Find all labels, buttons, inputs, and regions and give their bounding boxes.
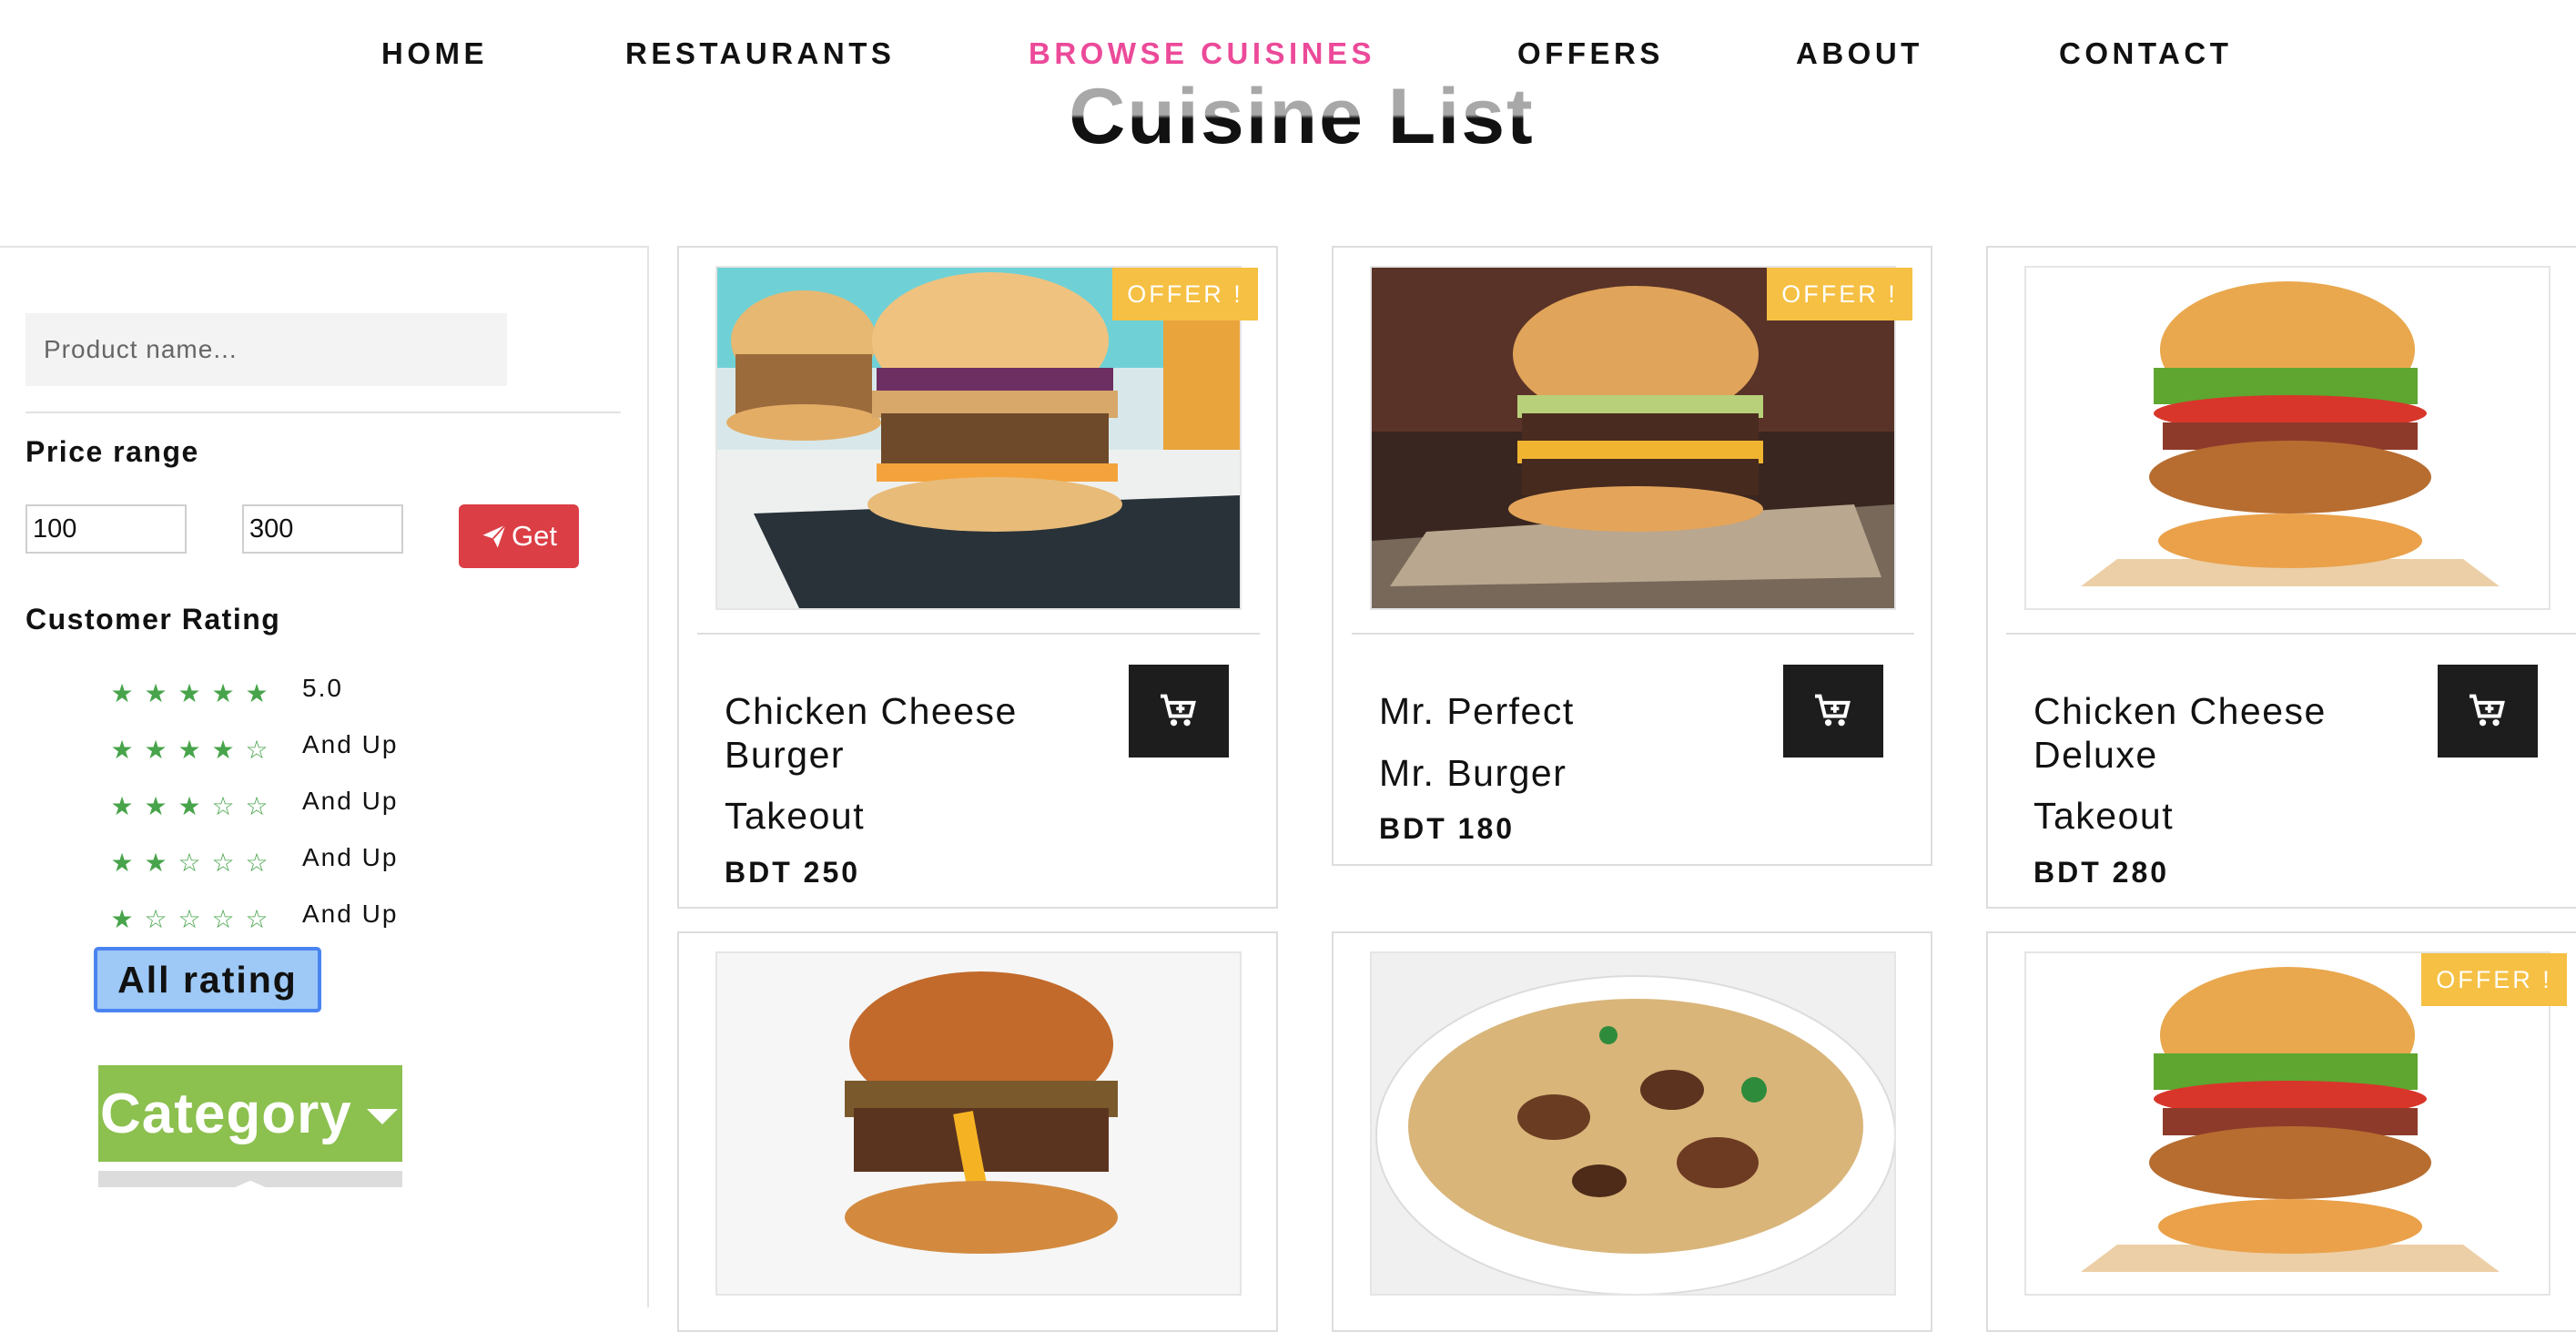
- paper-plane-icon: [481, 523, 508, 550]
- star-outline-icon: ☆: [177, 849, 201, 877]
- page-title: Cuisine List: [910, 71, 1693, 162]
- product-name: Chicken Cheese Burger: [725, 690, 1018, 776]
- star-rating: ★ ★ ★ ★ ☆: [109, 737, 279, 763]
- nav-contact[interactable]: CONTACT: [2059, 36, 2232, 71]
- rating-text: And Up: [302, 843, 399, 871]
- product-name: Chicken Cheese Deluxe: [2033, 690, 2327, 776]
- product-tag: Takeout: [725, 795, 866, 837]
- product-card[interactable]: OFFER !: [1986, 931, 2576, 1332]
- offer-badge: OFFER !: [1112, 268, 1258, 320]
- rating-filter-1[interactable]: ★ ☆ ☆ ☆ ☆ And Up: [109, 900, 396, 938]
- star-filled-icon: ★: [211, 736, 235, 764]
- product-card[interactable]: OFFER ! Chicken Cheese Burger Takeout BDT…: [677, 246, 1278, 909]
- category-dropdown[interactable]: Category: [98, 1065, 402, 1162]
- star-filled-icon: ★: [144, 736, 167, 764]
- category-shadow: [98, 1171, 402, 1187]
- product-price: BDT 180: [1379, 812, 1516, 845]
- product-tag: Takeout: [2033, 795, 2175, 837]
- offer-badge: OFFER !: [2421, 953, 2567, 1006]
- rating-text: And Up: [302, 787, 399, 815]
- star-filled-icon: ★: [144, 849, 167, 877]
- divider: [2006, 633, 2576, 635]
- customer-rating-label: Customer Rating: [25, 603, 281, 635]
- star-filled-icon: ★: [110, 736, 134, 764]
- product-image: [715, 951, 1242, 1296]
- price-max-input[interactable]: [242, 504, 403, 554]
- product-name: Mr. Perfect: [1379, 690, 1575, 732]
- price-range-label: Price range: [25, 435, 199, 468]
- nav-offers[interactable]: OFFERS: [1517, 36, 1664, 71]
- star-filled-icon: ★: [110, 792, 134, 820]
- product-price: BDT 250: [725, 856, 861, 889]
- product-card[interactable]: OFFER ! Mr. Perfect Mr. Burger BDT 180: [1332, 246, 1932, 866]
- rating-text: 5.0: [302, 674, 343, 702]
- price-min-input[interactable]: [25, 504, 187, 554]
- star-filled-icon: ★: [211, 679, 235, 707]
- rating-text: And Up: [302, 900, 399, 928]
- cart-plus-icon: [1159, 693, 1199, 729]
- star-filled-icon: ★: [245, 679, 269, 707]
- add-to-cart-button[interactable]: [2438, 665, 2538, 758]
- product-price: BDT 280: [2033, 856, 2170, 889]
- star-rating: ★ ★ ☆ ☆ ☆: [109, 850, 279, 876]
- category-label: Category: [100, 1082, 352, 1145]
- rating-filter-3[interactable]: ★ ★ ★ ☆ ☆ And Up: [109, 787, 396, 825]
- all-rating-button[interactable]: All rating: [94, 947, 321, 1012]
- divider: [25, 412, 621, 413]
- star-rating: ★ ☆ ☆ ☆ ☆: [109, 907, 279, 932]
- product-card[interactable]: [677, 931, 1278, 1332]
- product-image: [2024, 266, 2551, 610]
- rating-filter-2[interactable]: ★ ★ ☆ ☆ ☆ And Up: [109, 843, 396, 881]
- star-filled-icon: ★: [110, 679, 134, 707]
- nav-about[interactable]: ABOUT: [1796, 36, 1923, 71]
- get-button[interactable]: Get: [459, 504, 579, 568]
- star-filled-icon: ★: [177, 736, 201, 764]
- nav-restaurants[interactable]: RESTAURANTS: [625, 36, 895, 71]
- star-outline-icon: ☆: [211, 792, 235, 820]
- star-filled-icon: ★: [110, 849, 134, 877]
- divider: [697, 633, 1260, 635]
- nav-home[interactable]: HOME: [381, 36, 488, 71]
- product-card[interactable]: [1332, 931, 1932, 1332]
- filter-sidebar: Price range Get Customer Rating ★ ★ ★ ★ ★ 5.0…: [0, 246, 649, 1307]
- star-outline-icon: ☆: [177, 905, 201, 933]
- star-filled-icon: ★: [144, 792, 167, 820]
- product-search-input[interactable]: [25, 313, 507, 386]
- star-outline-icon: ☆: [144, 905, 167, 933]
- add-to-cart-button[interactable]: [1783, 665, 1883, 758]
- star-outline-icon: ☆: [245, 792, 269, 820]
- rating-text: And Up: [302, 730, 399, 758]
- add-to-cart-button[interactable]: [1129, 665, 1229, 758]
- product-tag: Mr. Burger: [1379, 752, 1567, 794]
- star-filled-icon: ★: [144, 679, 167, 707]
- divider: [1352, 633, 1914, 635]
- caret-down-icon: [366, 1108, 398, 1124]
- cart-plus-icon: [1813, 693, 1853, 729]
- star-rating: ★ ★ ★ ★ ★: [109, 681, 279, 707]
- star-filled-icon: ★: [177, 679, 201, 707]
- rating-filter-4[interactable]: ★ ★ ★ ★ ☆ And Up: [109, 730, 396, 768]
- star-outline-icon: ☆: [245, 905, 269, 933]
- star-outline-icon: ☆: [211, 849, 235, 877]
- nav-browse-cuisines[interactable]: BROWSE CUISINES: [1029, 36, 1375, 71]
- rating-filter-5[interactable]: ★ ★ ★ ★ ★ 5.0: [109, 674, 341, 712]
- star-outline-icon: ☆: [211, 905, 235, 933]
- star-outline-icon: ☆: [245, 849, 269, 877]
- cart-plus-icon: [2468, 693, 2508, 729]
- star-outline-icon: ☆: [245, 736, 269, 764]
- star-filled-icon: ★: [110, 905, 134, 933]
- get-button-label: Get: [512, 520, 557, 552]
- offer-badge: OFFER !: [1767, 268, 1912, 320]
- product-image: [1370, 951, 1896, 1296]
- star-filled-icon: ★: [177, 792, 201, 820]
- product-card[interactable]: Chicken Cheese Deluxe Takeout BDT 280: [1986, 246, 2576, 909]
- star-rating: ★ ★ ★ ☆ ☆: [109, 794, 279, 819]
